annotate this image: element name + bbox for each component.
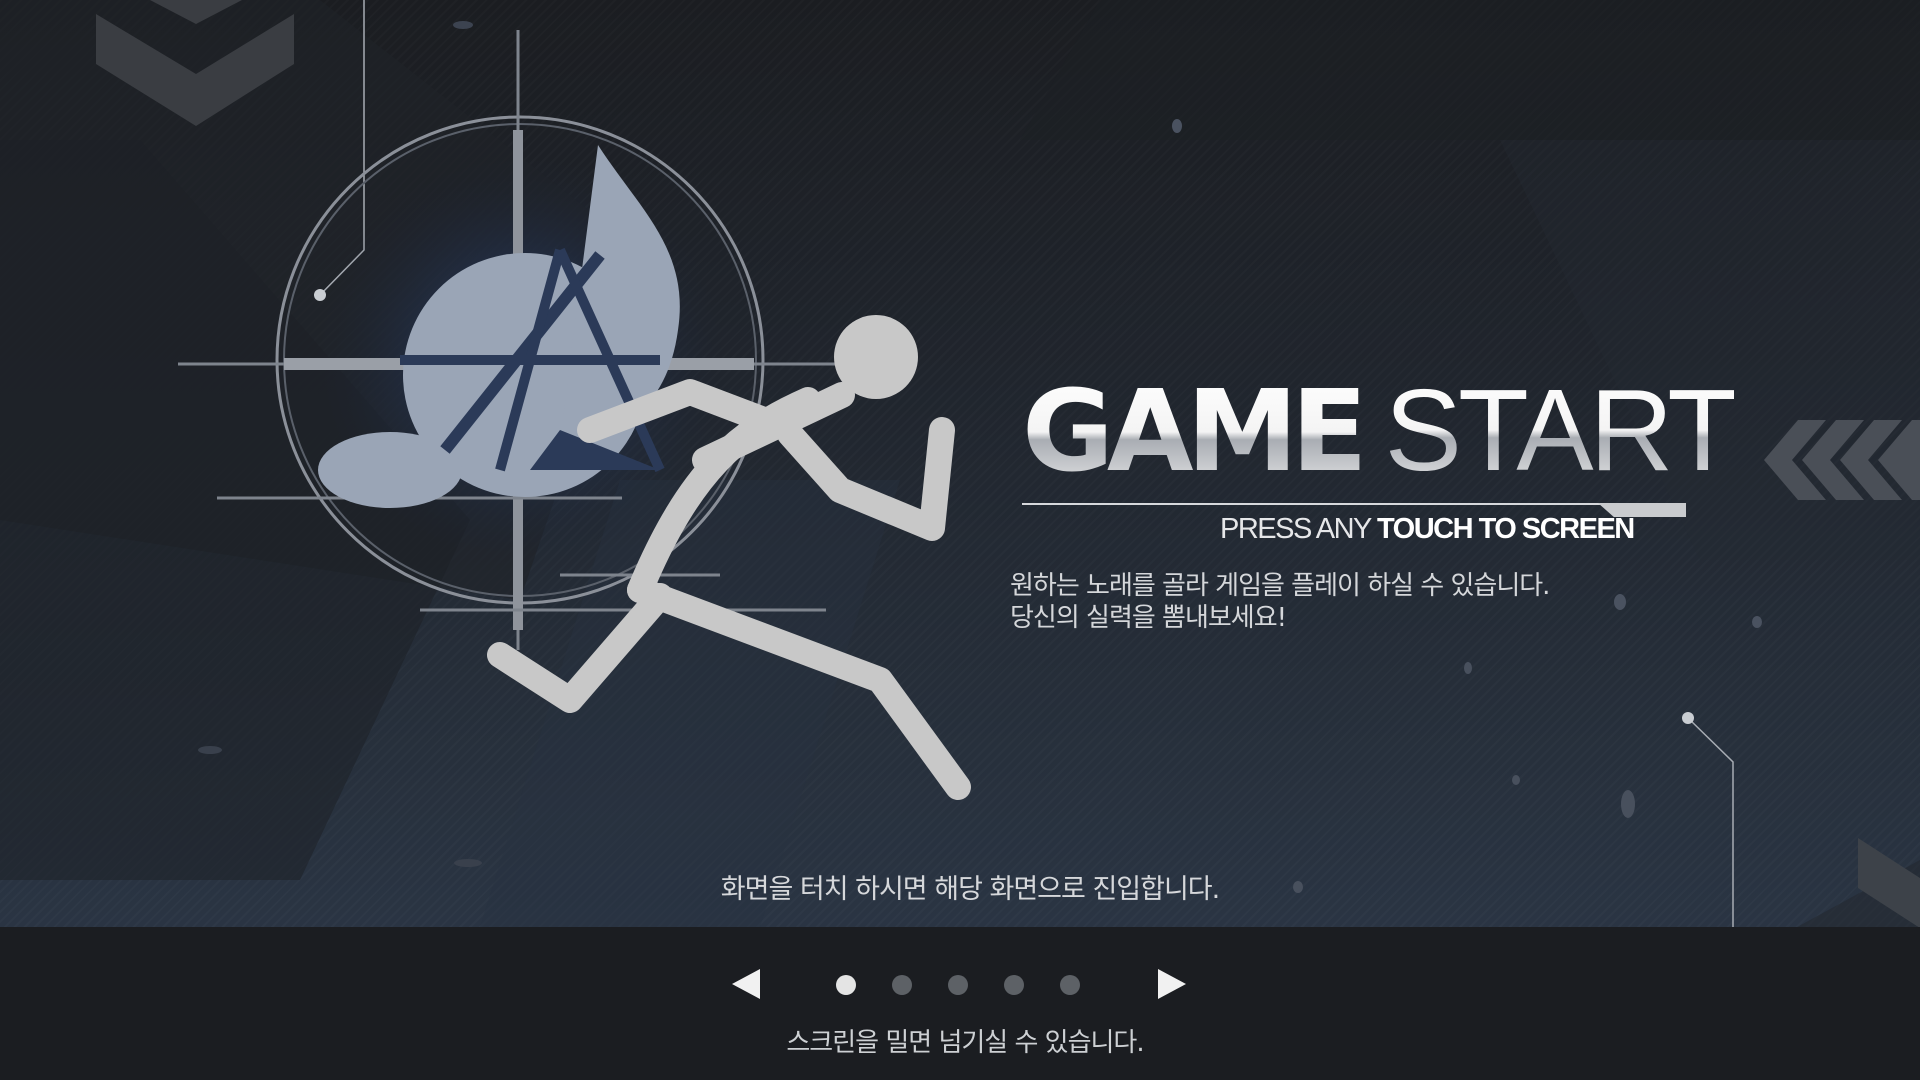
title-word-start: START <box>1384 365 1739 495</box>
left-triangle-arrow-icon <box>732 969 760 999</box>
touch-hint-text: 화면을 터치 하시면 해당 화면으로 진입합니다. <box>720 874 1220 905</box>
description-line-1: 원하는 노래를 골라 게임을 플레이 하실 수 있습니다. <box>1010 571 1550 601</box>
title-underline <box>1022 503 1686 505</box>
game-start-screen[interactable]: GAME START PRESS ANY TOUCH TO SCREEN 원하는 … <box>0 0 1920 1080</box>
next-page-button[interactable] <box>1158 969 1188 1001</box>
description-line-2: 당신의 실력을 뽐내보세요! <box>1010 603 1287 633</box>
press-touch-subtitle: PRESS ANY TOUCH TO SCREEN <box>1220 513 1635 546</box>
prev-page-button[interactable] <box>732 969 762 1001</box>
mode-description: 원하는 노래를 골라 게임을 플레이 하실 수 있습니다. 당신의 실력을 뽐내… <box>1010 570 1630 634</box>
page-dot-5[interactable] <box>1060 975 1080 995</box>
page-dot-2[interactable] <box>892 975 912 995</box>
swipe-hint-text: 스크린을 밀면 넘기실 수 있습니다. <box>786 1028 1144 1058</box>
right-triangle-arrow-icon <box>1158 969 1186 999</box>
subtitle-press-any: PRESS ANY <box>1220 513 1372 545</box>
page-indicator <box>836 975 1096 997</box>
page-dot-3[interactable] <box>948 975 968 995</box>
subtitle-touch-to-screen: TOUCH TO SCREEN <box>1376 513 1635 545</box>
page-dot-4[interactable] <box>1004 975 1024 995</box>
game-start-title[interactable]: GAME START <box>1022 372 1738 512</box>
page-dot-1[interactable] <box>836 975 856 995</box>
title-word-game: GAME <box>1022 367 1368 497</box>
